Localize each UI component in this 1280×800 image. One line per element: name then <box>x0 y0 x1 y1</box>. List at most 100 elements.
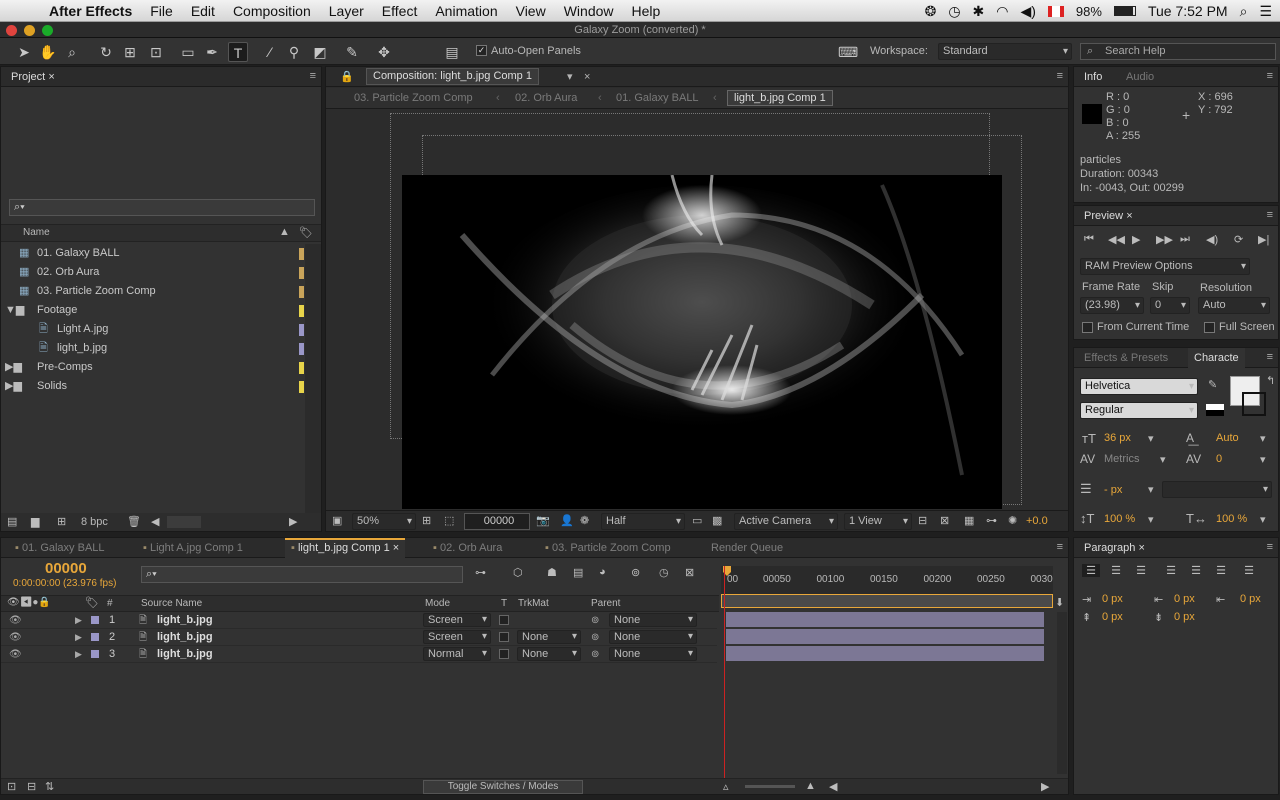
dropdown-icon[interactable]: ▾ <box>1148 483 1154 496</box>
layer-parent-select[interactable]: None <box>609 613 697 627</box>
spotlight-icon[interactable]: ⌕ <box>1240 3 1248 20</box>
first-frame-icon[interactable]: ⏮ <box>1084 233 1094 246</box>
color-channels-icon[interactable]: ❁ <box>580 514 589 527</box>
dropdown-icon[interactable]: ▾ <box>1260 432 1266 445</box>
project-item[interactable]: ▦ 03. Particle Zoom Comp <box>1 282 304 301</box>
exposure-value[interactable]: +0.0 <box>1026 515 1048 527</box>
expand-layer-icon[interactable]: ▶ <box>75 612 82 629</box>
new-comp-icon[interactable]: ⊞ <box>57 515 66 528</box>
lock-icon[interactable]: 🔒 <box>334 67 360 87</box>
eraser-tool-icon[interactable]: ◩ <box>310 42 330 62</box>
tab-composition[interactable]: Composition: light_b.jpg Comp 1 <box>366 68 539 85</box>
loop-icon[interactable]: ⟳ <box>1234 233 1243 246</box>
breadcrumb-item[interactable]: 03. Particle Zoom Comp <box>354 92 473 104</box>
flowchart-icon[interactable]: ⊶ <box>986 514 997 527</box>
ram-preview-icon[interactable]: ▶| <box>1258 233 1269 246</box>
menu-window[interactable]: Window <box>555 0 623 22</box>
motion-blur-icon[interactable]: ◕ <box>599 566 606 578</box>
preserve-transparency-checkbox[interactable] <box>499 632 509 642</box>
panel-menu-icon[interactable]: ≡ <box>310 70 317 82</box>
dropdown-icon[interactable]: ▾ <box>1148 432 1154 445</box>
close-tab-icon[interactable]: × <box>48 71 54 83</box>
toggle-pixel-aspect-icon[interactable]: ⊟ <box>918 514 927 527</box>
comp-viewer-image[interactable] <box>402 175 1002 509</box>
frame-rate-select[interactable]: (23.98) <box>1080 297 1144 314</box>
tab-paragraph[interactable]: Paragraph × <box>1078 538 1151 558</box>
transfer-controls-icon[interactable]: ⊟ <box>27 780 36 793</box>
dropdown-icon[interactable]: ▾ <box>1260 513 1266 526</box>
preserve-transparency-checkbox[interactable] <box>499 615 509 625</box>
project-item[interactable]: ▦ 02. Orb Aura <box>1 263 304 282</box>
column-source-name[interactable]: Source Name <box>141 598 202 609</box>
layer-duration-bar[interactable] <box>726 646 1044 661</box>
hide-shy-layers-icon[interactable]: ☗ <box>547 566 557 579</box>
layer-row[interactable]: 👁 ▶ 3 🗎 light_b.jpg Normal None ⊚ None <box>1 646 717 663</box>
search-help-input[interactable]: ⌕ Search Help <box>1080 43 1276 60</box>
tab-preview[interactable]: Preview × <box>1078 206 1139 226</box>
fast-previews-icon[interactable]: ▭ <box>692 514 702 527</box>
expand-layer-icon[interactable]: ▶ <box>75 629 82 646</box>
transparency-grid-icon[interactable]: ▩ <box>712 514 722 527</box>
rectangle-tool-icon[interactable]: ▭ <box>178 42 198 62</box>
next-frame-icon[interactable]: ▶▶ <box>1156 233 1173 246</box>
horizontal-scale-value[interactable]: 100 % <box>1216 513 1247 525</box>
indent-first-value[interactable]: 0 px <box>1240 593 1261 605</box>
parent-pickwhip-icon[interactable]: ⊚ <box>591 629 599 646</box>
notification-list-icon[interactable]: ☰ <box>1259 3 1272 20</box>
layer-source-name[interactable]: light_b.jpg <box>157 629 213 646</box>
timeline-icon[interactable]: ▦ <box>964 514 974 527</box>
eyedropper-icon[interactable]: ✎ <box>1208 378 1217 391</box>
rotation-tool-icon[interactable]: ↻ <box>96 42 116 62</box>
label-color-swatch[interactable] <box>299 267 304 279</box>
clone-stamp-tool-icon[interactable]: ⚲ <box>284 42 304 62</box>
comp-marker-bin-icon[interactable]: ⬇ <box>1055 596 1064 609</box>
label-color-swatch[interactable] <box>299 362 304 374</box>
zoom-in-icon[interactable]: ▲ <box>805 780 816 792</box>
label-color-swatch[interactable] <box>299 381 304 393</box>
camera-orbit-tool-icon[interactable]: ⊞ <box>120 42 140 62</box>
align-center-icon[interactable]: ☰ <box>1107 564 1125 577</box>
black-white-swatch[interactable] <box>1206 404 1224 416</box>
timeline-tab[interactable]: ▪ 02. Orb Aura <box>427 538 508 558</box>
parent-pickwhip-icon[interactable]: ⊚ <box>591 612 599 629</box>
in-out-icon[interactable]: ⇅ <box>45 780 54 793</box>
dropdown-icon[interactable]: ▾ <box>1148 513 1154 526</box>
fit-icon[interactable]: ⊞ <box>422 514 431 527</box>
view-layout-select[interactable]: 1 View <box>844 513 912 530</box>
fast-draft-icon[interactable]: ⊠ <box>940 514 949 527</box>
toggle-switches-modes-button[interactable]: Toggle Switches / Modes <box>423 780 583 794</box>
graph-editor-icon[interactable]: ⊠ <box>685 566 694 579</box>
minimize-window-icon[interactable] <box>24 25 35 36</box>
workspace-icon[interactable]: ⌨ <box>838 42 858 62</box>
column-name[interactable]: Name <box>23 227 50 238</box>
layer-mode-select[interactable]: Screen <box>423 613 491 627</box>
project-item[interactable]: ▶▆ Solids <box>1 377 304 396</box>
tracking-value[interactable]: 0 <box>1216 453 1222 465</box>
space-after-value[interactable]: 0 px <box>1174 611 1195 623</box>
flag-icon[interactable] <box>1047 5 1064 17</box>
dropdown-icon[interactable]: ▾ <box>1160 453 1166 466</box>
label-color-swatch[interactable] <box>299 324 304 336</box>
zoom-window-icon[interactable] <box>42 25 53 36</box>
roto-brush-tool-icon[interactable]: ✎ <box>342 42 362 62</box>
timeline-zoom-slider[interactable] <box>745 785 795 788</box>
timeline-tab[interactable]: ▪ Light A.jpg Comp 1 <box>137 538 249 558</box>
workspace-select[interactable]: Standard <box>938 43 1072 60</box>
project-search-input[interactable]: ⌕▾ <box>9 199 315 216</box>
visibility-eye-icon[interactable]: 👁 <box>9 612 22 629</box>
tab-info[interactable]: Info <box>1078 67 1108 87</box>
comp-dropdown-icon[interactable]: ▾ <box>561 67 579 87</box>
current-time-field[interactable]: 00000 <box>464 513 530 530</box>
menu-layer[interactable]: Layer <box>320 0 373 22</box>
layer-parent-select[interactable]: None <box>609 647 697 661</box>
layer-mode-select[interactable]: Normal <box>423 647 491 661</box>
pan-behind-tool-icon[interactable]: ⊡ <box>146 42 166 62</box>
stroke-width-value[interactable]: - px <box>1104 484 1122 496</box>
label-tag-icon[interactable]: 🏷 <box>299 226 313 239</box>
visibility-eye-icon[interactable]: 👁 <box>9 629 22 646</box>
tab-project[interactable]: Project × <box>5 67 61 87</box>
selection-tool-icon[interactable]: ➤ <box>14 42 34 62</box>
space-before-value[interactable]: 0 px <box>1102 611 1123 623</box>
expand-layer-icon[interactable]: ▶ <box>75 646 82 663</box>
auto-keyframe-icon[interactable]: ◷ <box>659 566 669 579</box>
